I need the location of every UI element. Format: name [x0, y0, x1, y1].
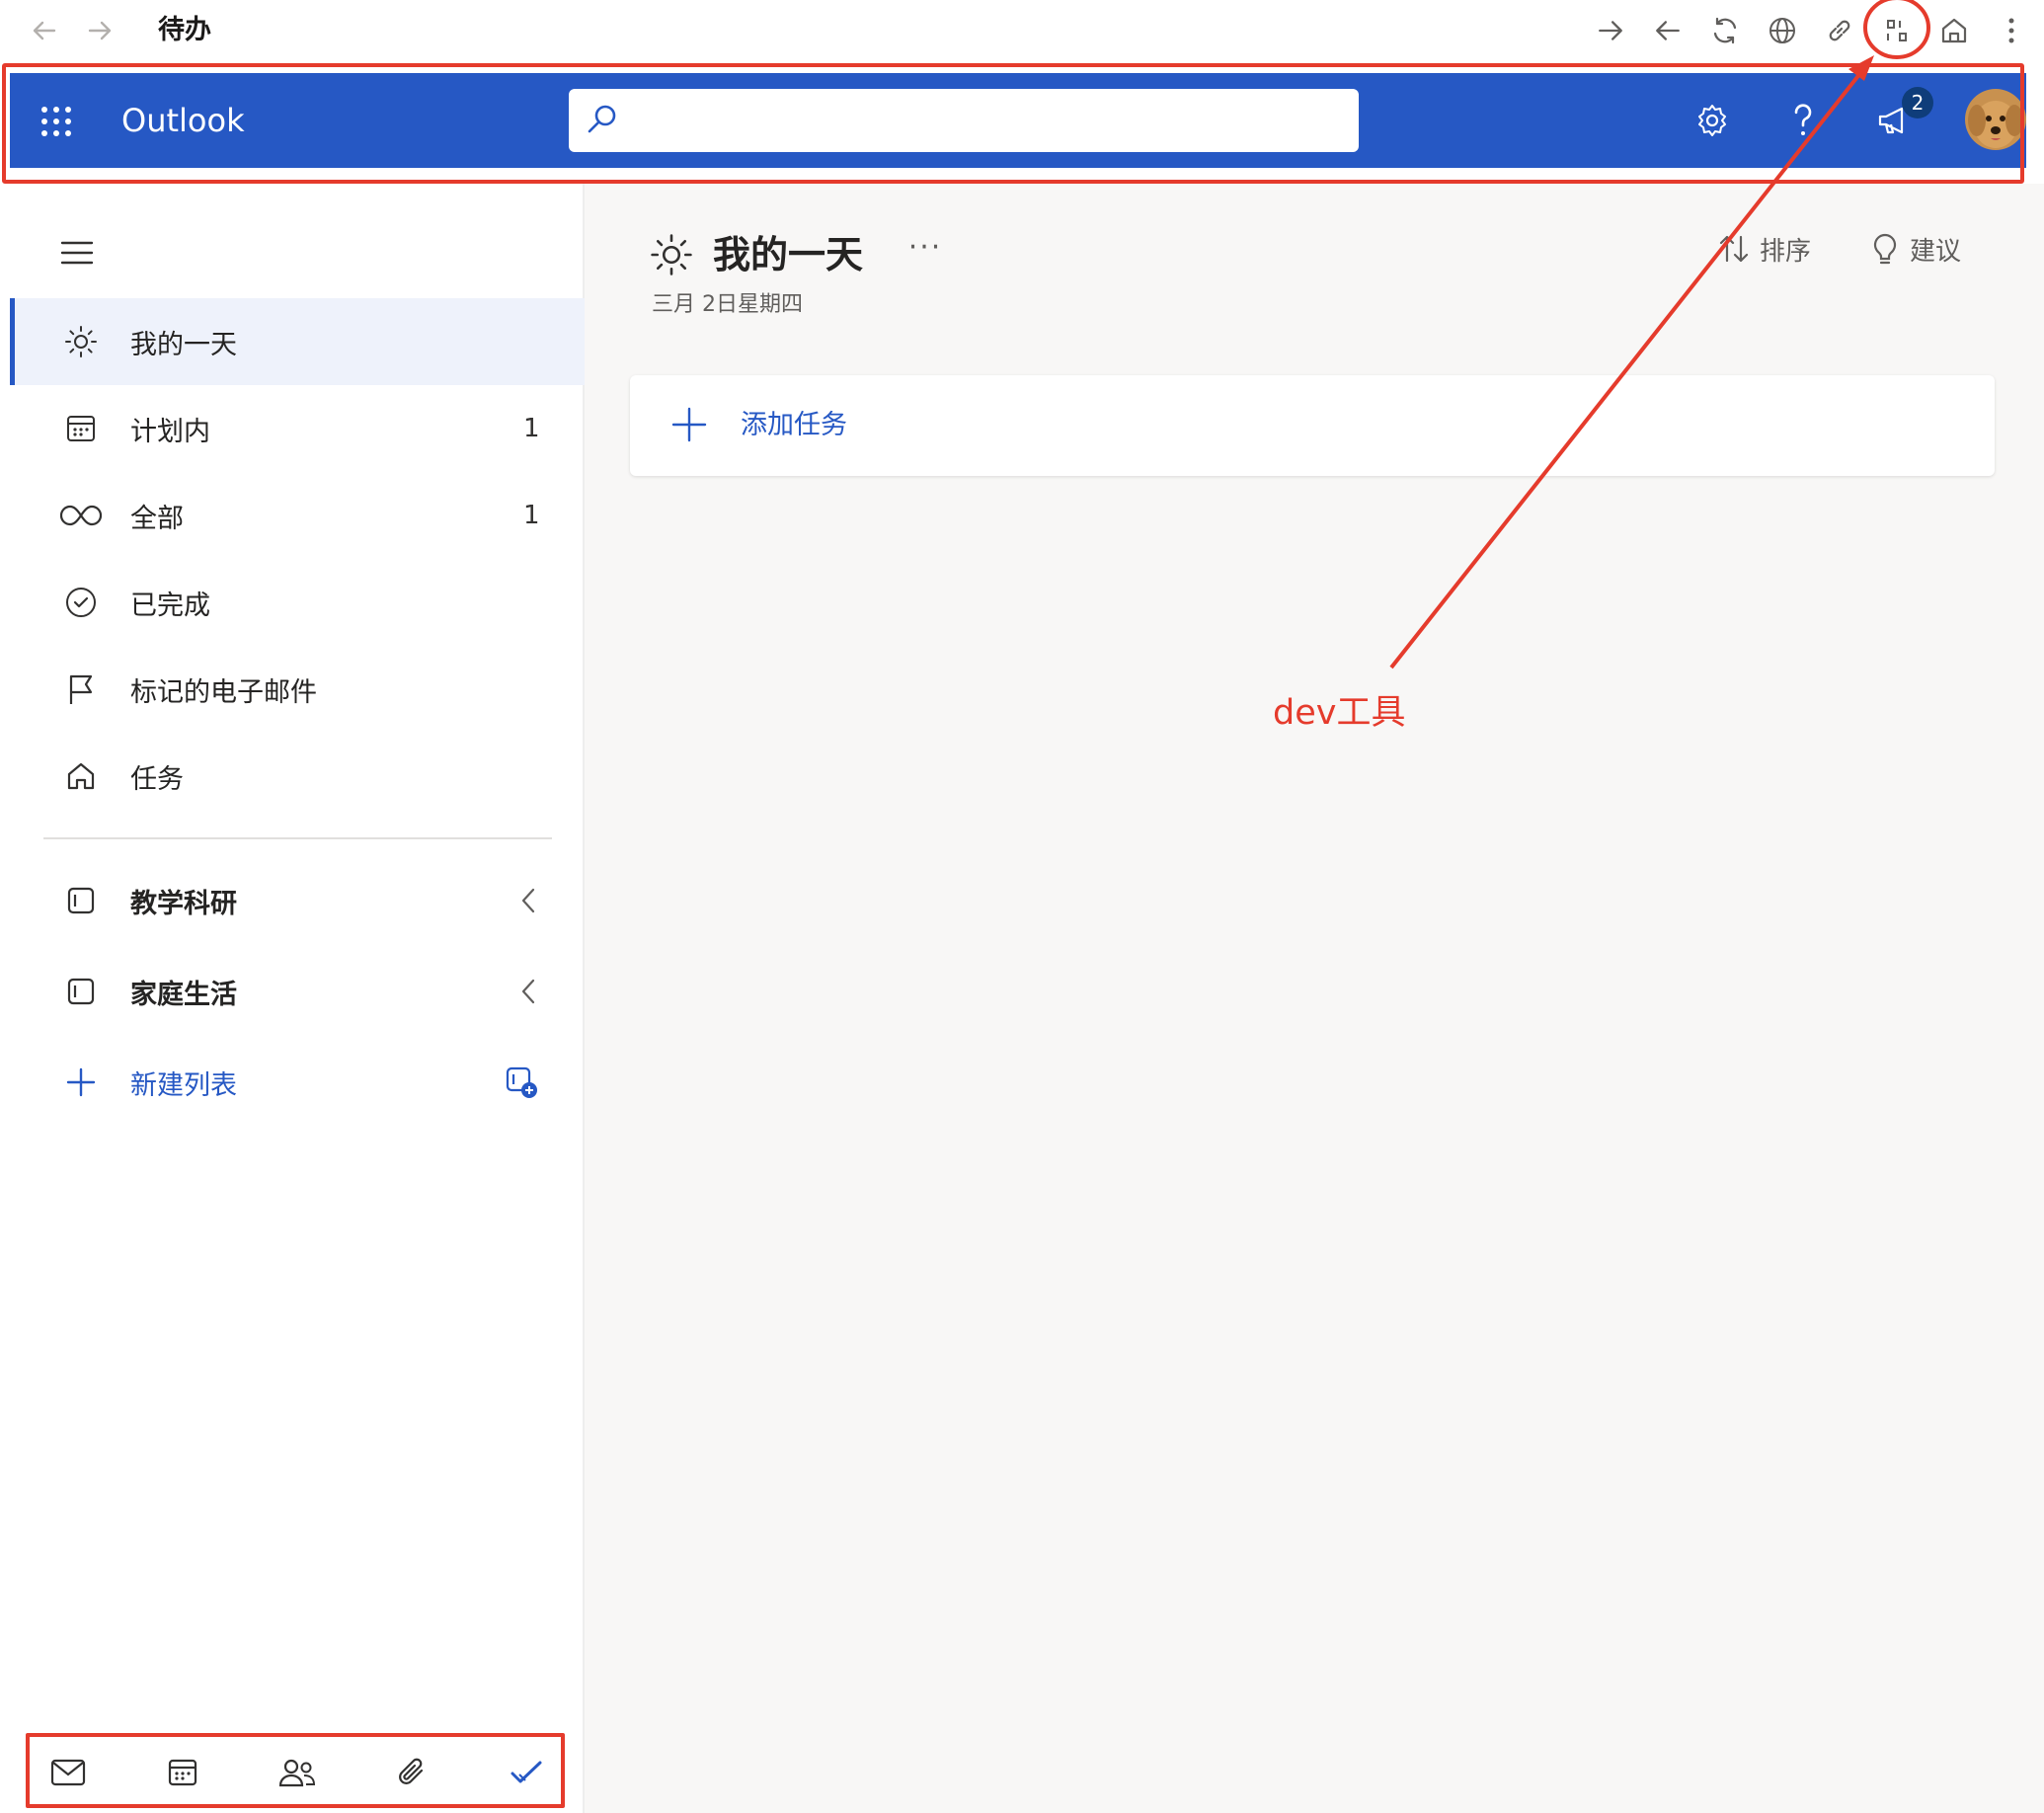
chevron-left-icon[interactable] [513, 881, 543, 920]
sidebar-item-label: 已完成 [130, 590, 210, 621]
infinity-icon [59, 494, 103, 537]
sidebar-divider [43, 837, 552, 839]
group-icon [59, 879, 103, 922]
window-title: 待办 [158, 15, 211, 45]
group-label: 家庭生活 [130, 979, 237, 1010]
sidebar-item-planned[interactable]: 计划内 1 [10, 385, 583, 472]
sidebar-item-label: 计划内 [130, 416, 210, 447]
sidebar: 我的一天 计划内 1 全部 1 已完成 标记的电子邮件 任务 教学科研 家庭生活… [0, 184, 588, 1813]
new-list-button[interactable]: 新建列表 [10, 1039, 583, 1126]
forward-icon[interactable] [1592, 12, 1629, 49]
sidebar-item-label: 任务 [130, 763, 184, 795]
page-title: 我的一天 [713, 233, 864, 276]
add-task-label: 添加任务 [741, 410, 847, 440]
globe-icon[interactable] [1764, 12, 1801, 49]
home-icon [59, 754, 103, 798]
annotation-label: dev工具 [1273, 693, 1406, 733]
flag-icon [59, 668, 103, 711]
hamburger-menu-icon[interactable] [55, 231, 99, 275]
group-icon [59, 970, 103, 1013]
sidebar-item-completed[interactable]: 已完成 [10, 559, 583, 646]
suggestions-button[interactable]: 建议 [1870, 227, 1961, 271]
new-list-label: 新建列表 [130, 1069, 237, 1101]
back-arrow-icon[interactable] [26, 12, 63, 49]
home-icon[interactable] [1935, 12, 1973, 49]
sidebar-item-my-day[interactable]: 我的一天 [10, 298, 588, 385]
sidebar-item-label: 全部 [130, 503, 184, 534]
sidebar-item-all[interactable]: 全部 1 [10, 472, 583, 559]
sun-icon [650, 233, 693, 276]
sidebar-item-label: 我的一天 [130, 329, 237, 360]
sun-icon [59, 320, 103, 363]
lightbulb-icon [1870, 232, 1900, 266]
new-group-icon[interactable] [500, 1063, 543, 1102]
link-icon[interactable] [1821, 12, 1858, 49]
chevron-left-icon[interactable] [513, 972, 543, 1011]
more-vertical-icon[interactable] [1993, 12, 2030, 49]
sidebar-item-flagged-email[interactable]: 标记的电子邮件 [10, 646, 583, 733]
dev-tools-icon[interactable] [1878, 12, 1916, 49]
refresh-icon[interactable] [1706, 12, 1744, 49]
annotation-header-box [2, 63, 2024, 184]
back-icon[interactable] [1649, 12, 1687, 49]
sort-label: 排序 [1760, 236, 1812, 267]
sidebar-group-teaching-research[interactable]: 教学科研 [10, 857, 583, 944]
sort-icon [1718, 233, 1750, 265]
main-pane: 我的一天 ··· 三月 2日星期四 排序 建议 添加任务 [585, 184, 2044, 1813]
sort-button[interactable]: 排序 [1718, 227, 1811, 271]
browser-toolbar: 待办 [0, 0, 2044, 61]
plus-icon [59, 1061, 103, 1104]
forward-arrow-icon[interactable] [81, 12, 118, 49]
check-circle-icon [59, 581, 103, 624]
sidebar-item-tasks[interactable]: 任务 [10, 733, 583, 820]
plus-icon [669, 405, 709, 444]
sidebar-group-family-life[interactable]: 家庭生活 [10, 948, 583, 1035]
item-count: 1 [523, 501, 540, 530]
page-date: 三月 2日星期四 [652, 292, 803, 317]
calendar-grid-icon [59, 407, 103, 450]
more-options-button[interactable]: ··· [901, 233, 950, 273]
group-label: 教学科研 [130, 888, 237, 919]
add-task-input[interactable]: 添加任务 [630, 375, 1995, 476]
suggest-label: 建议 [1910, 236, 1962, 267]
sidebar-item-label: 标记的电子邮件 [130, 676, 317, 708]
annotation-footer-box [26, 1733, 565, 1808]
item-count: 1 [523, 414, 540, 443]
